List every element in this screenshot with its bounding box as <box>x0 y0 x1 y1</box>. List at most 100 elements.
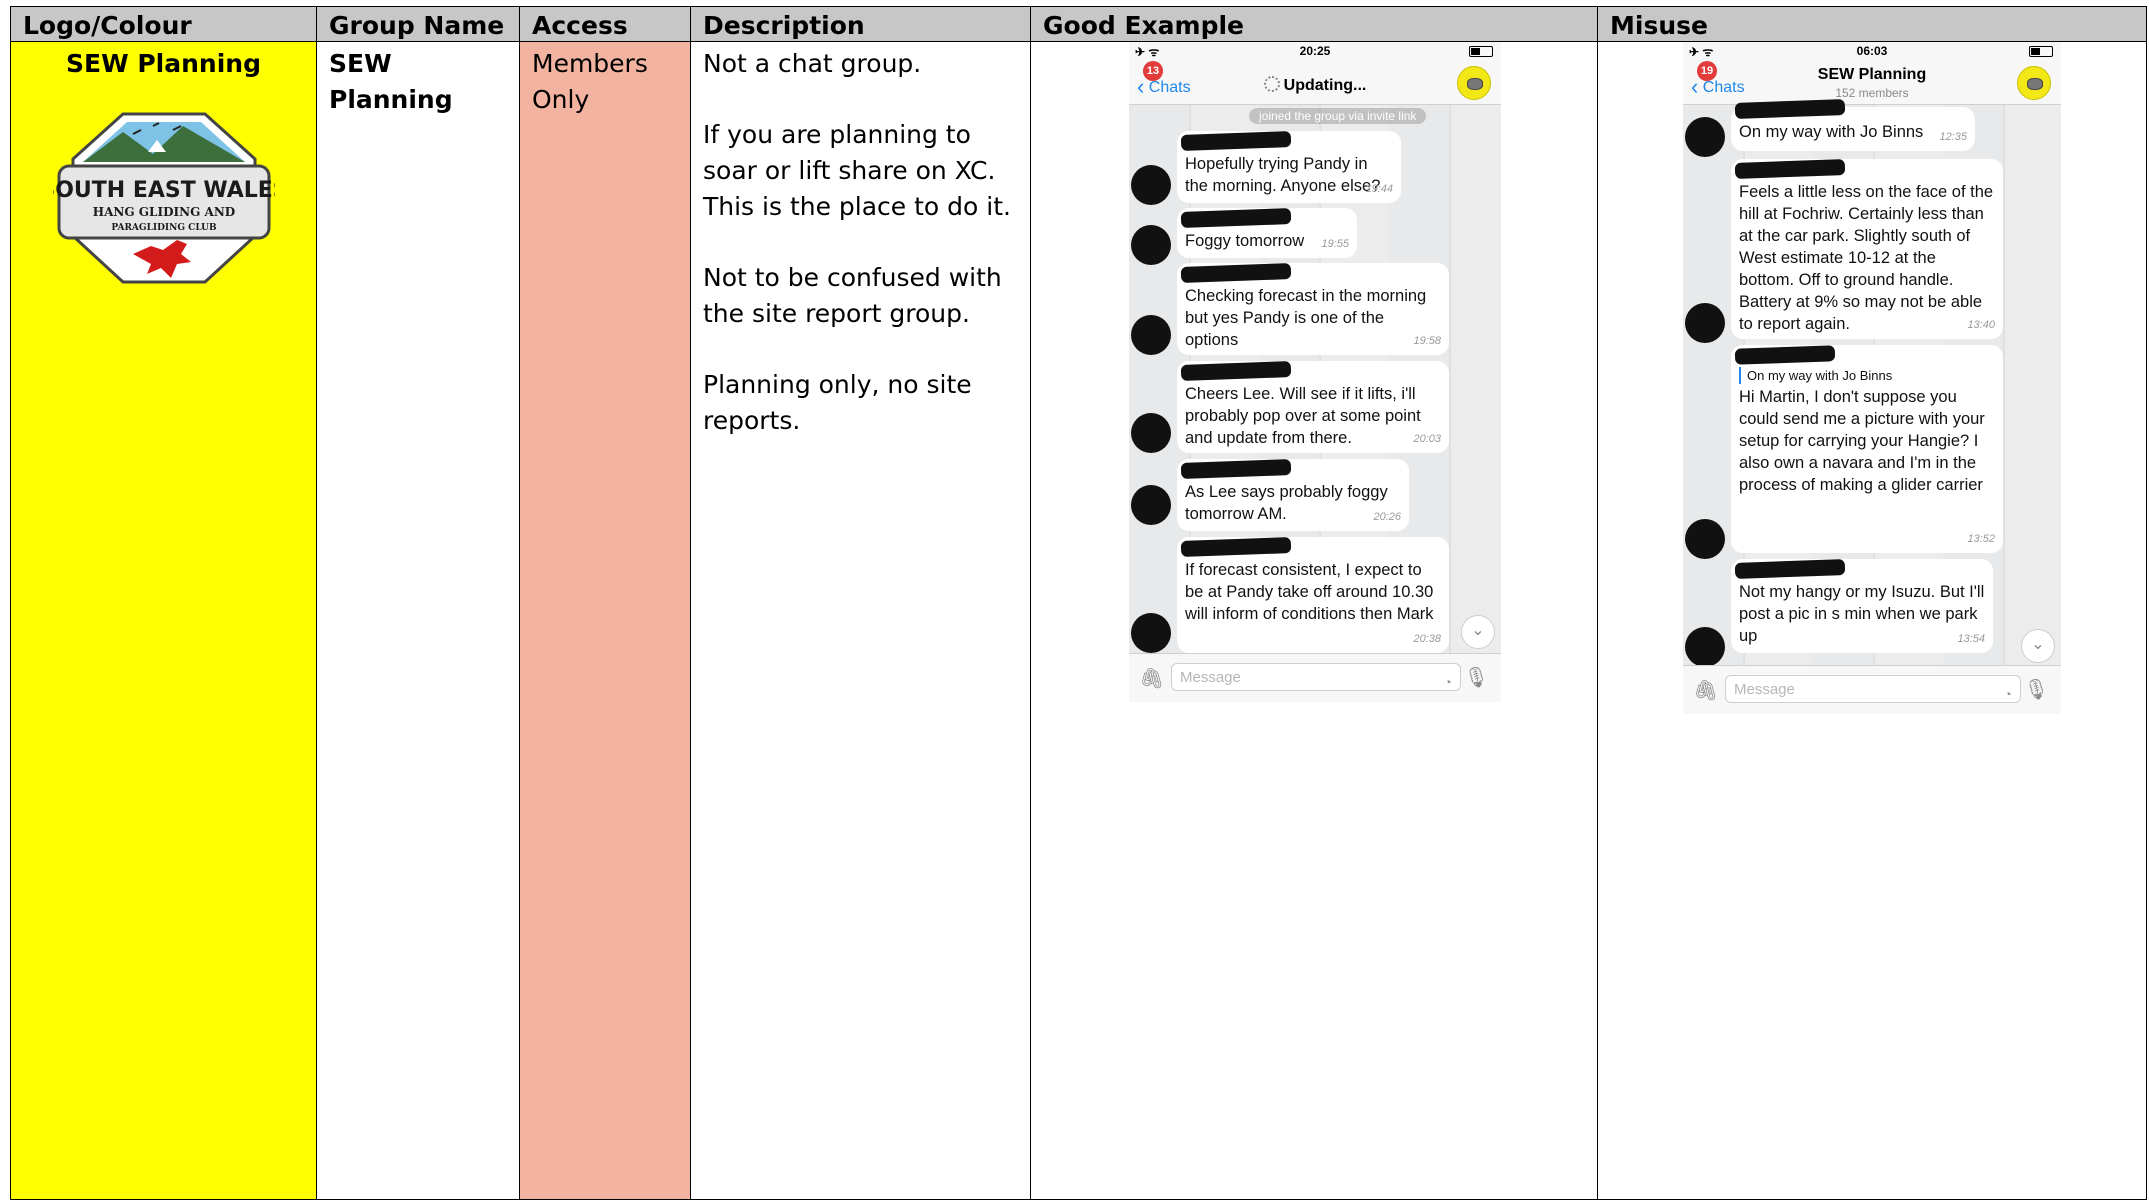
list-item: If forecast consistent, I expect to be a… <box>1177 537 1449 653</box>
redacted-sender <box>1734 559 1846 579</box>
sticker-icon[interactable]: ◔ <box>1444 668 1452 696</box>
avatar <box>1131 413 1171 453</box>
group-name: SEW Planning <box>329 49 453 114</box>
logo-line-3: PARAGLIDING CLUB <box>111 223 217 233</box>
header-misuse: Misuse <box>1597 6 2147 42</box>
header-group-name: Group Name <box>316 6 520 42</box>
chat-title: SEW Planning <box>1817 66 1927 83</box>
chevron-down-icon: ⌄ <box>2031 636 2045 653</box>
header-logo-colour: Logo/Colour <box>10 6 317 42</box>
message-time: 20:26 <box>1373 511 1401 523</box>
redacted-sender <box>1734 159 1846 179</box>
redacted-sender <box>1180 131 1292 151</box>
description-para-2: If you are planning to soar or lift shar… <box>703 120 1011 221</box>
group-name-cell: SEW Planning <box>316 41 520 1200</box>
logo-line-1: SOUTH EAST WALES <box>53 178 275 203</box>
avatar <box>1685 519 1725 559</box>
status-time: 06:03 <box>1856 44 1888 58</box>
description-para-1: Not a chat group. <box>703 49 922 78</box>
message-text: Checking forecast in the morning but yes… <box>1185 287 1427 349</box>
sticker-icon[interactable]: ◔ <box>2004 680 2012 708</box>
redacted-sender <box>1180 361 1292 381</box>
message-input-bar: 🖇 Message ◔ 🎙 <box>1129 653 1501 702</box>
list-item: On my way with Jo Binns Hi Martin, I don… <box>1731 345 2003 553</box>
access-value: Members Only <box>532 49 648 114</box>
avatar <box>1131 315 1171 355</box>
list-item: Feels a little less on the face of the h… <box>1731 159 2003 339</box>
message-text: Hi Martin, I don't suppose you could sen… <box>1739 388 1985 494</box>
message-text: Not my hangy or my Isuzu. But I'll post … <box>1739 583 1985 645</box>
message-input[interactable]: Message ◔ <box>1171 663 1461 691</box>
message-time: 13:54 <box>1957 633 1985 645</box>
group-avatar[interactable] <box>1457 66 1491 100</box>
logo-cell: SEW Planning SOUTH EAST WALES HANG GLIDI… <box>10 41 317 1200</box>
chat-title-text: Updating... <box>1283 77 1367 94</box>
redacted-sender <box>1180 263 1292 283</box>
message-time: 12:35 <box>1939 131 1967 143</box>
avatar <box>1131 613 1171 653</box>
club-logo-image: SOUTH EAST WALES HANG GLIDING AND PARAGL… <box>39 112 288 284</box>
paperclip-icon[interactable]: 🖇 <box>1693 678 1718 703</box>
chat-navbar: ‹ Chats 19 SEW Planning 152 members <box>1683 60 2061 105</box>
redacted-sender <box>1180 537 1292 557</box>
message-text: As Lee says probably foggy tomorrow AM. <box>1185 483 1388 523</box>
logo-line-2: HANG GLIDING AND <box>92 205 234 219</box>
list-item: Foggy tomorrow 19:55 <box>1177 208 1357 258</box>
chat-messages[interactable]: joined the group via invite link Hopeful… <box>1129 105 1501 654</box>
good-example-screenshot: ✈ ᯤ 20:25 ‹ Chats 13 Updating... joined … <box>1129 42 1501 702</box>
message-text: Foggy tomorrow <box>1185 232 1305 250</box>
access-cell: Members Only <box>519 41 691 1200</box>
message-time: 13:40 <box>1967 319 1995 331</box>
redacted-sender <box>1734 99 1846 119</box>
list-item: As Lee says probably foggy tomorrow AM. … <box>1177 459 1409 531</box>
redacted-sender <box>1180 459 1292 479</box>
chevron-down-icon: ⌄ <box>1471 622 1485 639</box>
header-access: Access <box>519 6 691 42</box>
message-time: 19:55 <box>1321 238 1349 250</box>
chat-navbar: ‹ Chats 13 Updating... <box>1129 60 1501 105</box>
description-para-4: Planning only, no site reports. <box>703 370 972 435</box>
message-input[interactable]: Message ◔ <box>1725 675 2021 703</box>
club-logo: SOUTH EAST WALES HANG GLIDING AND PARAGL… <box>23 104 304 314</box>
battery-icon <box>2029 46 2053 57</box>
group-avatar[interactable] <box>2017 66 2051 100</box>
chat-messages[interactable]: On my way with Jo Binns 12:35 Feels a li… <box>1683 99 2061 667</box>
list-item: Cheers Lee. Will see if it lifts, i'll p… <box>1177 361 1449 453</box>
message-text: Hopefully trying Pandy in the morning. A… <box>1185 155 1381 195</box>
message-placeholder: Message <box>1180 669 1241 686</box>
scroll-down-button[interactable]: ⌄ <box>2021 629 2055 663</box>
avatar <box>1685 627 1725 667</box>
avatar <box>1131 225 1171 265</box>
message-text: If forecast consistent, I expect to be a… <box>1185 561 1434 623</box>
message-text: Feels a little less on the face of the h… <box>1739 183 1994 333</box>
message-time: 19:58 <box>1413 335 1441 347</box>
message-placeholder: Message <box>1734 681 1795 698</box>
message-time: 20:03 <box>1413 433 1441 445</box>
avatar <box>1131 165 1171 205</box>
system-message: joined the group via invite link <box>1249 108 1427 124</box>
microphone-icon[interactable]: 🎙 <box>2024 677 2049 702</box>
message-text: On my way with Jo Binns <box>1739 123 1924 141</box>
list-item: Checking forecast in the morning but yes… <box>1177 263 1449 355</box>
description-cell: Not a chat group. If you are planning to… <box>690 41 1031 1200</box>
misuse-screenshot: ✈ ᯤ 06:03 ‹ Chats 19 SEW Planning 152 me… <box>1683 42 2061 714</box>
logo-title: SEW Planning <box>66 49 261 78</box>
status-bar: ✈ ᯤ 20:25 <box>1129 42 1501 60</box>
header-description: Description <box>690 6 1031 42</box>
status-bar: ✈ ᯤ 06:03 <box>1683 42 2061 60</box>
spinner-icon <box>1263 76 1280 92</box>
list-item: Not my hangy or my Isuzu. But I'll post … <box>1731 559 1993 653</box>
microphone-icon[interactable]: 🎙 <box>1464 665 1489 690</box>
paperclip-icon[interactable]: 🖇 <box>1139 666 1164 691</box>
message-time: 19:44 <box>1365 183 1393 195</box>
chat-subtitle: 152 members <box>1835 86 1909 100</box>
message-input-bar: 🖇 Message ◔ 🎙 <box>1683 665 2061 714</box>
description-para-3: Not to be confused with the site report … <box>703 263 1002 328</box>
message-text: Cheers Lee. Will see if it lifts, i'll p… <box>1185 385 1421 447</box>
redacted-sender <box>1734 345 1836 365</box>
quoted-message: On my way with Jo Binns <box>1739 367 1995 384</box>
list-item: On my way with Jo Binns 12:35 <box>1731 99 1975 151</box>
avatar <box>1131 485 1171 525</box>
scroll-down-button[interactable]: ⌄ <box>1461 615 1495 649</box>
avatar <box>1685 117 1725 157</box>
